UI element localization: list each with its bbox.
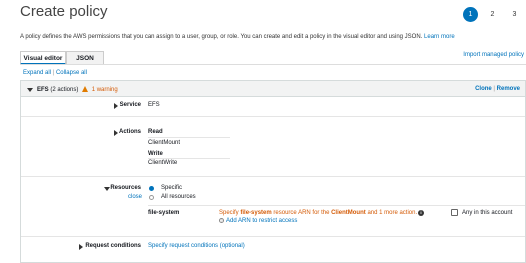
any-in-account-checkbox[interactable] [451, 209, 458, 216]
statement-actions: Clone | Remove [475, 86, 520, 92]
radio-all-resources-label[interactable]: All resources [161, 194, 196, 200]
separator: | [52, 70, 55, 76]
resources-label[interactable]: Resources [100, 185, 141, 191]
divider [21, 236, 525, 237]
step-2[interactable]: 2 [485, 7, 500, 22]
info-icon[interactable]: i [418, 210, 424, 216]
divider [148, 137, 230, 138]
action-clientmount: ClientMount [148, 140, 181, 146]
tab-visual-editor[interactable]: Visual editor [20, 51, 66, 65]
divider [148, 205, 525, 206]
msg-prefix: Specify [219, 210, 239, 216]
expand-all-link[interactable]: Expand all [23, 70, 51, 76]
msg-middle: resource ARN for the [273, 210, 330, 216]
radio-all-resources[interactable] [149, 195, 154, 200]
any-in-account-label[interactable]: Any in this account [462, 210, 512, 216]
close-resources-link[interactable]: close [128, 194, 142, 200]
request-conditions-label[interactable]: Request conditions [80, 243, 141, 249]
file-system-warning-message: Specify file-system resource ARN for the… [219, 210, 417, 216]
actions-group-read: Read [148, 129, 163, 135]
collapse-all-link[interactable]: Collapse all [56, 70, 87, 76]
tabs-divider [20, 64, 526, 65]
page-description: A policy defines the AWS permissions tha… [20, 34, 455, 40]
step-1[interactable]: 1 [463, 7, 478, 22]
import-managed-policy-link[interactable]: Import managed policy [463, 52, 524, 58]
step-3[interactable]: 3 [507, 7, 522, 22]
action-clientwrite: ClientWrite [148, 160, 178, 166]
tab-json[interactable]: JSON [66, 51, 104, 65]
msg-suffix: and 1 more action. [367, 210, 418, 216]
add-arn-text[interactable]: Add ARN to restrict access [226, 218, 297, 224]
collapse-statement-icon[interactable] [27, 88, 33, 92]
page-title: Create policy [20, 3, 108, 20]
help-icon[interactable]: ? [219, 218, 224, 223]
remove-button[interactable]: Remove [497, 86, 520, 92]
learn-more-link[interactable]: Learn more [424, 34, 455, 40]
statement-actions-count: (2 actions) [50, 87, 79, 93]
warning-count[interactable]: 1 warning [92, 87, 118, 93]
request-conditions-link[interactable]: Specify request conditions (optional) [148, 243, 245, 249]
add-arn-link: ? Add ARN to restrict access [219, 218, 297, 224]
clone-button[interactable]: Clone [475, 86, 492, 92]
radio-specific-label[interactable]: Specific [161, 185, 182, 191]
actions-group-write: Write [148, 151, 163, 157]
statement-title: EFS (2 actions) 1 warning [37, 86, 118, 93]
divider [21, 176, 525, 177]
separator: | [493, 86, 495, 92]
msg-action-name: ClientMount [331, 210, 366, 216]
warning-icon [82, 86, 89, 92]
description-text: A policy defines the AWS permissions tha… [20, 34, 423, 40]
radio-specific[interactable] [149, 186, 154, 191]
service-value: EFS [148, 102, 160, 108]
msg-resource-type: file-system [240, 210, 272, 216]
file-system-label: file-system [148, 210, 180, 216]
expand-collapse-controls: Expand all | Collapse all [23, 70, 87, 76]
service-label[interactable]: Service [100, 102, 141, 108]
divider [148, 158, 230, 159]
actions-label[interactable]: Actions [100, 129, 141, 135]
statement-service-name: EFS [37, 87, 49, 93]
divider [21, 116, 525, 117]
